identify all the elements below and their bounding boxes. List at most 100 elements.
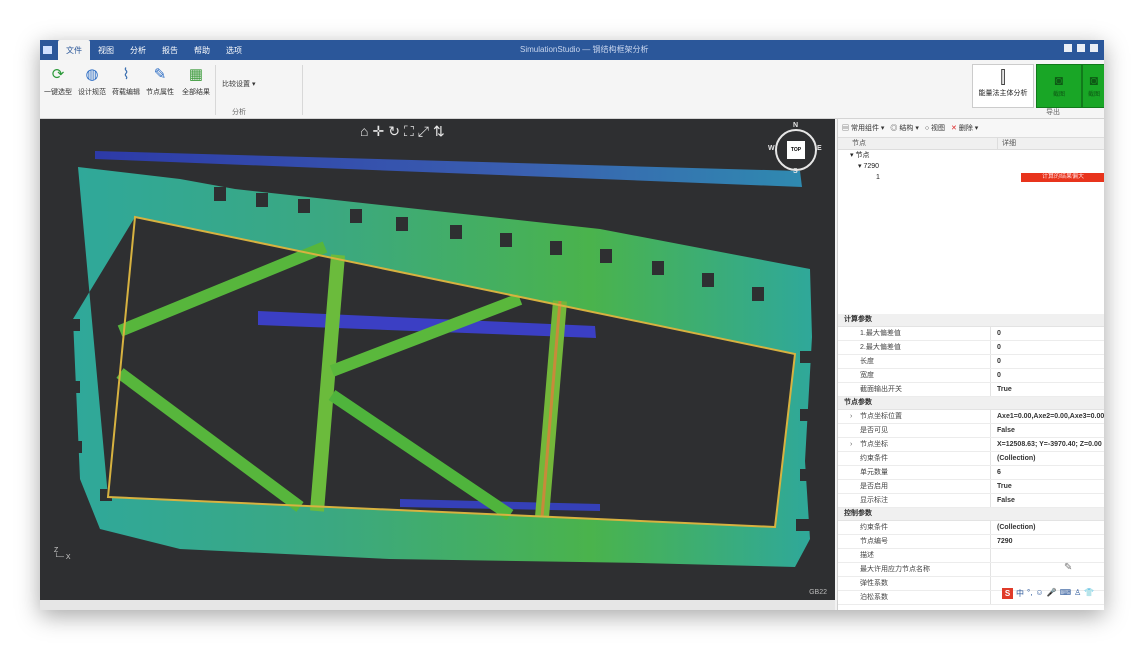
property-row[interactable]: 单元数量 6	[838, 466, 1104, 480]
common-components-button[interactable]: ▤ 常用组件 ▾	[842, 123, 884, 133]
property-value[interactable]: True	[991, 383, 1104, 396]
tree-row[interactable]: ▾ 节点	[838, 150, 1104, 161]
ime-emoji-icon[interactable]: ☺	[1035, 588, 1043, 599]
ribbon-button-2[interactable]: ◍ 设计规范	[74, 66, 110, 97]
minimize-icon[interactable]	[1064, 44, 1072, 52]
property-value[interactable]: False	[991, 494, 1104, 507]
property-value[interactable]: (Collection)	[991, 521, 1104, 534]
property-value[interactable]: 0	[991, 341, 1104, 354]
category-node[interactable]: 节点参数	[838, 397, 1104, 410]
axis-triad-icon: Z └─ X	[54, 547, 71, 561]
property-key-text: 节点坐标	[860, 441, 888, 448]
refresh-icon: ⟳	[51, 66, 65, 83]
property-value[interactable]: X=12508.63; Y=-3970.40; Z=0.00	[991, 438, 1104, 451]
tree-column-node[interactable]: 节点	[838, 138, 998, 149]
home-icon[interactable]: ⌂	[360, 123, 368, 140]
category-calc[interactable]: 计算参数	[838, 314, 1104, 327]
ime-keyboard-icon[interactable]: ⌨	[1060, 588, 1072, 599]
view-compass[interactable]: N E S W TOP	[768, 122, 822, 175]
view-label: 视图	[931, 125, 946, 132]
property-value[interactable]: False	[991, 424, 1104, 437]
menu-item-4[interactable]: 报告	[154, 40, 186, 60]
ime-logo-icon[interactable]: S	[1002, 588, 1013, 599]
property-key: 单元数量	[838, 466, 991, 479]
ime-lang-icon[interactable]: 中	[1016, 588, 1024, 599]
expand-icon[interactable]: ›	[850, 438, 852, 451]
view-button[interactable]: ○ 视图	[925, 123, 945, 133]
tree-cell: 计算的结果偏大	[1021, 172, 1104, 183]
property-value[interactable]: Axe1=0.00,Axe2=0.00,Axe3=0.00	[991, 410, 1104, 423]
property-key: › 节点坐标位置	[838, 410, 991, 423]
tree-node-7290: ▾ 7290	[858, 163, 880, 170]
energy-analysis-button[interactable]: ⫿ 能量法主体分析	[972, 64, 1034, 108]
screenshot-button-2[interactable]: ◙ 截图	[1082, 64, 1104, 108]
ime-skin-icon[interactable]: 👕	[1084, 588, 1094, 599]
zoom-icon[interactable]: ⤢	[418, 123, 429, 140]
property-key: 是否启用	[838, 480, 991, 493]
property-row[interactable]: 约束条件 (Collection)	[838, 521, 1104, 535]
rotate-icon[interactable]: ↻	[388, 123, 400, 140]
property-value[interactable]: 7290	[991, 535, 1104, 548]
property-value[interactable]	[991, 563, 1104, 576]
ime-punct-icon[interactable]: °,	[1027, 588, 1032, 599]
tree-row[interactable]: ▾ 7290	[838, 161, 1104, 172]
tree-column-detail[interactable]: 详细	[998, 138, 1104, 149]
property-row[interactable]: 截面输出开关 True	[838, 383, 1104, 397]
category-control[interactable]: 控制参数	[838, 508, 1104, 521]
menu-item-3[interactable]: 分析	[122, 40, 154, 60]
property-value[interactable]: (Collection)	[991, 452, 1104, 465]
property-row[interactable]: 宽度 0	[838, 369, 1104, 383]
property-row[interactable]: › 节点坐标 X=12508.63; Y=-3970.40; Z=0.00	[838, 438, 1104, 452]
ribbon-button-3[interactable]: ⌇ 荷载编辑	[108, 66, 144, 97]
property-row[interactable]: 长度 0	[838, 355, 1104, 369]
property-row[interactable]: 显示标注 False	[838, 494, 1104, 508]
pan-icon[interactable]: ✛	[372, 123, 384, 140]
property-value[interactable]: 0	[991, 355, 1104, 368]
property-value[interactable]: True	[991, 480, 1104, 493]
screenshot-button-1[interactable]: ◙ 截图	[1036, 64, 1082, 108]
property-row[interactable]: 节点编号 7290	[838, 535, 1104, 549]
ribbon-button-5[interactable]: ▦ 全部结果	[178, 66, 214, 97]
view-cube[interactable]: TOP	[787, 141, 805, 159]
menu-item-2[interactable]: 视图	[90, 40, 122, 60]
property-row[interactable]: 是否启用 True	[838, 480, 1104, 494]
fit-icon[interactable]: ⛶	[404, 123, 414, 140]
property-value[interactable]: 0	[991, 327, 1104, 340]
menu-item-1[interactable]: 文件	[58, 40, 90, 60]
property-row[interactable]: 2.最大偏差值 0	[838, 341, 1104, 355]
menu-item-6[interactable]: 选项	[218, 40, 250, 60]
app-icon[interactable]	[43, 46, 52, 54]
property-key: 2.最大偏差值	[838, 341, 991, 354]
menu-item-5[interactable]: 帮助	[186, 40, 218, 60]
pin-icon: ✎	[153, 66, 167, 83]
property-row[interactable]: 约束条件 (Collection)	[838, 452, 1104, 466]
ime-mic-icon[interactable]: 🎤	[1047, 588, 1057, 599]
3d-viewport[interactable]: ⌂ ✛ ↻ ⛶ ⤢ ⇅ N E S W TOP Z └─ X GB22	[40, 119, 835, 600]
property-value[interactable]: 0	[991, 369, 1104, 382]
property-row[interactable]: 1.最大偏差值 0	[838, 327, 1104, 341]
property-row[interactable]: › 节点坐标位置 Axe1=0.00,Axe2=0.00,Axe3=0.00	[838, 410, 1104, 424]
property-value[interactable]	[991, 549, 1104, 562]
property-row[interactable]: 描述	[838, 549, 1104, 563]
axis-icon[interactable]: ⇅	[433, 123, 445, 140]
camera-icon: ◙	[1054, 72, 1064, 88]
application-window: 文件 视图 分析 报告 帮助 选项 SimulationStudio — 钢结构…	[40, 40, 1104, 610]
pencil-icon[interactable]: ✎	[1064, 562, 1072, 573]
maximize-icon[interactable]	[1077, 44, 1085, 52]
ribbon-button-4[interactable]: ✎ 节点属性	[142, 66, 178, 97]
property-value[interactable]: 6	[991, 466, 1104, 479]
structure-button[interactable]: ◎ 结构 ▾	[890, 123, 918, 133]
delete-button[interactable]: ✕ 删除 ▾	[951, 123, 978, 133]
expand-icon[interactable]: ›	[850, 410, 852, 423]
ime-toolbar: S 中 °, ☺ 🎤 ⌨ ♙ 👕	[1002, 588, 1094, 599]
property-key: 弹性系数	[838, 577, 991, 590]
tree-row-selected[interactable]: 1 计算的结果偏大	[838, 172, 1104, 183]
status-bar	[40, 600, 835, 610]
close-icon[interactable]	[1090, 44, 1098, 52]
settings-dropdown[interactable]: 比较设置 ▾	[222, 79, 255, 89]
property-row[interactable]: 是否可见 False	[838, 424, 1104, 438]
ribbon-button-1[interactable]: ⟳ 一键选型	[40, 66, 76, 97]
settings-dropdown-label: 比较设置	[222, 81, 250, 88]
ribbon-separator	[215, 65, 216, 115]
ime-user-icon[interactable]: ♙	[1074, 588, 1081, 599]
